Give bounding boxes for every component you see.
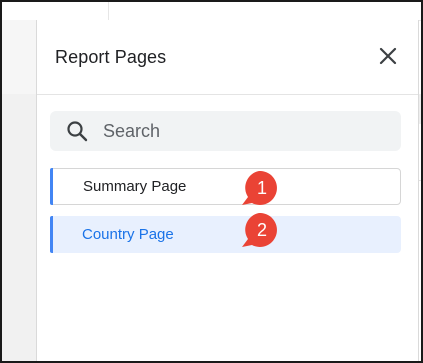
search-input[interactable]: Search — [50, 111, 401, 151]
report-pages-panel: Report Pages Search Summary Page Country… — [36, 20, 419, 361]
background-left-area — [2, 94, 37, 361]
step-badge-number: 2 — [256, 219, 267, 240]
step-badge-number: 1 — [256, 177, 267, 198]
step-badge-2: 2 — [242, 213, 282, 269]
page-item-summary[interactable]: Summary Page — [50, 168, 401, 205]
background-toolbar-left — [2, 2, 38, 21]
page-item-accent — [50, 168, 53, 205]
page-item-label: Summary Page — [83, 178, 187, 195]
background-divider — [108, 2, 109, 20]
page-item-country[interactable]: Country Page — [50, 216, 401, 253]
page-item-accent — [50, 216, 53, 253]
background-toolbar-right — [418, 2, 421, 21]
panel-title: Report Pages — [55, 47, 167, 67]
page-item-label: Country Page — [82, 226, 174, 243]
close-button[interactable] — [374, 42, 402, 70]
search-placeholder: Search — [103, 121, 161, 141]
panel-header: Report Pages — [37, 20, 418, 95]
screenshot-frame: Report Pages Search Summary Page Country… — [0, 0, 423, 363]
step-badge-1: 1 — [242, 171, 282, 211]
search-icon — [67, 121, 88, 142]
close-icon — [379, 47, 397, 65]
background-left-strip — [2, 20, 37, 95]
